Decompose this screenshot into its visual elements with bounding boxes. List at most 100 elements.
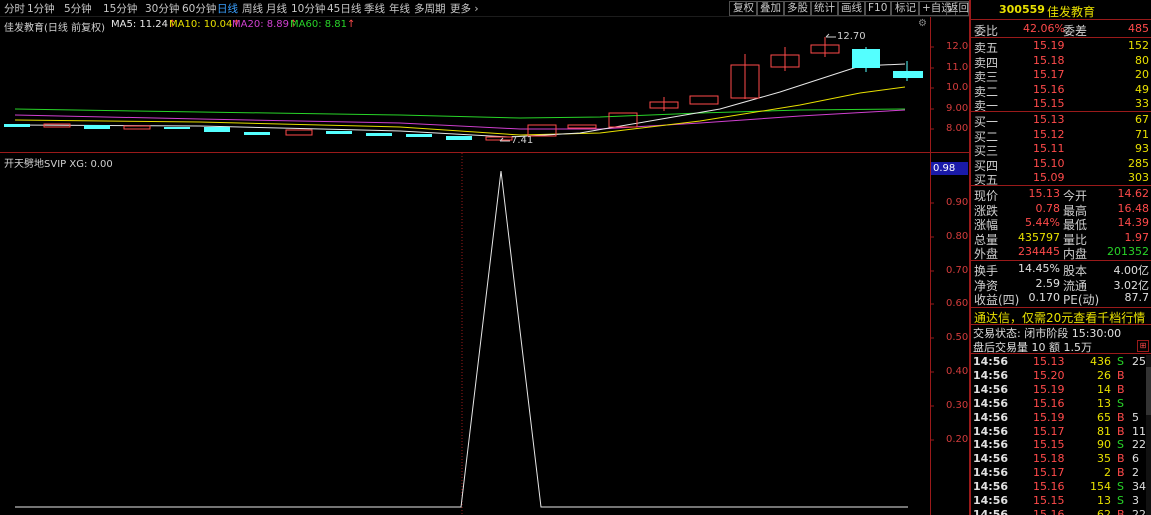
candle: [893, 71, 923, 78]
indicator-y-tick: 0.80: [946, 231, 969, 242]
candle: [485, 136, 513, 141]
candle: [567, 124, 597, 129]
candle: [285, 129, 313, 136]
indicator-y-tick: 0.90: [946, 197, 969, 208]
indicator-y-tick: 0.50: [946, 332, 969, 343]
candle: [852, 49, 880, 68]
indicator-chart: [15, 153, 908, 515]
indicator-panel[interactable]: 开天劈地SVIP XG: 0.00 0.98 0.90 0.80 0.70 0.…: [0, 153, 970, 515]
tick-row: 14:56 15.18 35 B 6: [973, 452, 1139, 466]
f10-button[interactable]: F10: [864, 1, 892, 16]
period-tab-45day[interactable]: 45日线: [327, 1, 361, 16]
stock-header: 300559 佳发教育: [971, 3, 1151, 19]
stat-row: 换手 14.45% 股本 4.00亿: [974, 262, 1149, 278]
stock-code: 300559: [999, 3, 1045, 16]
tick-row: 14:56 15.20 26 B: [973, 368, 1125, 382]
period-tab-weekly[interactable]: 周线: [242, 1, 263, 16]
tick-row: 14:56 15.17 2 B 2: [973, 466, 1139, 480]
weibi-row: 委比 42.06% 委差 485: [974, 22, 1149, 38]
tick-row: 14:56 15.15 13 S 3: [973, 494, 1139, 507]
stock-name: 佳发教育: [1047, 5, 1096, 19]
period-tab-quarterly[interactable]: 季线: [364, 1, 385, 16]
expand-icon[interactable]: ⊞: [1137, 340, 1149, 352]
kline-y-tick: 8.00: [946, 123, 969, 134]
axis-separator: [930, 17, 931, 515]
period-tab-15min[interactable]: 15分钟: [103, 1, 137, 16]
chevron-right-icon: ›: [474, 3, 479, 15]
ask-row[interactable]: 卖五 15.19 152: [971, 39, 1151, 55]
period-tab-more[interactable]: 更多 ›: [450, 1, 479, 16]
indicator-y-tick: 0.70: [946, 265, 969, 276]
tick-row: 14:56 15.16 13 S: [973, 396, 1124, 410]
candle: [4, 124, 30, 127]
promo-link[interactable]: 通达信，仅需20元查看千档行情: [971, 309, 1151, 325]
ma60-line: [14, 108, 906, 119]
stat-row: 外盘 234445 内盘 201352: [974, 245, 1149, 262]
period-tab-yearly[interactable]: 年线: [389, 1, 410, 16]
stat-row: 涨幅 5.44% 最低 14.39: [974, 216, 1149, 233]
period-tab-10min[interactable]: 10分钟: [291, 1, 325, 16]
candle: [446, 136, 472, 140]
tick-row: 14:56 15.17 81 B 11: [973, 424, 1146, 438]
indicator-current-value: 0.98: [931, 162, 968, 175]
stat-row: 净资 2.59 流通 3.02亿: [974, 276, 1149, 293]
candle: [689, 95, 719, 105]
period-tab-fenshi[interactable]: 分时: [4, 1, 25, 16]
period-tab-5min[interactable]: 5分钟: [64, 1, 92, 16]
more-label: 更多: [450, 3, 471, 15]
stat-row: 涨跌 0.78 最高 16.48: [974, 201, 1149, 218]
bid-row[interactable]: 买二 15.12 71: [971, 128, 1151, 144]
candle: [366, 133, 392, 136]
stat-row: 总量 435797 量比 1.97: [974, 230, 1149, 247]
tick-row: 14:56 15.16 154 S 34: [973, 480, 1146, 494]
overlay-button[interactable]: 叠加: [756, 1, 785, 16]
tick-row: 14:56 15.16 62 B 22: [973, 507, 1146, 515]
period-tab-1min[interactable]: 1分钟: [27, 1, 55, 16]
tick-row: 14:56 15.13 436 S 25: [973, 355, 1146, 368]
quote-panel: 300559 佳发教育 委比 42.06% 委差 485 卖五 15.19 15…: [971, 0, 1151, 515]
multi-stock-button[interactable]: 多股: [783, 1, 812, 16]
low-price-marker: 7.41: [511, 135, 534, 146]
stat-row: 收益(四) 0.170 PE(动) 87.7: [974, 291, 1149, 308]
period-tab-monthly[interactable]: 月线: [266, 1, 287, 16]
after-hours-volume: 盘后交易量 10 额 1.5万 ⊞: [971, 339, 1151, 354]
tick-scrollbar[interactable]: [1146, 355, 1151, 515]
bid-row[interactable]: 买四 15.10 285: [971, 157, 1151, 173]
draw-line-button[interactable]: 画线: [837, 1, 866, 16]
period-toolbar: 分时 1分钟 5分钟 15分钟 30分钟 60分钟 日线 周线 月线 10分钟 …: [0, 0, 970, 17]
bid-row[interactable]: 买三 15.11 93: [971, 142, 1151, 158]
ask-row[interactable]: 卖二 15.16 49: [971, 83, 1151, 99]
candle: [608, 112, 638, 128]
period-tab-30min[interactable]: 30分钟: [145, 1, 179, 16]
tick-row: 14:56 15.15 90 S 22: [973, 438, 1146, 452]
candle: [84, 125, 110, 129]
indicator-y-tick: 0.30: [946, 400, 969, 411]
kline-panel[interactable]: 佳发教育(日线 前复权) MA5: 11.24↑ MA10: 10.04↑ MA…: [0, 17, 975, 153]
mark-button[interactable]: 标记: [891, 1, 920, 16]
stat-row: 现价 15.13 今开 14.62: [974, 187, 1149, 203]
candle: [244, 132, 270, 135]
tick-row: 14:56 15.19 65 B 5: [973, 410, 1139, 424]
candle: [406, 134, 432, 137]
tick-row: 14:56 15.19 14 B: [973, 382, 1125, 396]
ask-row[interactable]: 卖三 15.17 20: [971, 68, 1151, 84]
bid-row[interactable]: 买一 15.13 67: [971, 113, 1151, 129]
candle: [164, 127, 190, 129]
ask-row[interactable]: 卖四 15.18 80: [971, 54, 1151, 70]
back-button[interactable]: 返回: [946, 1, 969, 16]
period-tab-multi[interactable]: 多周期: [414, 1, 446, 16]
period-tab-daily[interactable]: 日线: [217, 1, 238, 16]
indicator-y-tick: 0.40: [946, 366, 969, 377]
period-tab-60min[interactable]: 60分钟: [182, 1, 216, 16]
trade-status: 交易状态: 闭市阶段 15:30:00: [973, 327, 1122, 340]
high-price-marker: 12.70: [837, 31, 866, 42]
candle: [123, 125, 151, 130]
candle: [204, 127, 230, 132]
indicator-y-tick: 0.20: [946, 434, 969, 445]
kline-chart: [4, 33, 923, 142]
indicator-y-tick: 0.60: [946, 298, 969, 309]
statistics-button[interactable]: 统计: [810, 1, 839, 16]
kline-y-tick: 9.00: [946, 103, 969, 114]
fuquan-button[interactable]: 复权: [729, 1, 758, 16]
candle: [326, 131, 352, 134]
